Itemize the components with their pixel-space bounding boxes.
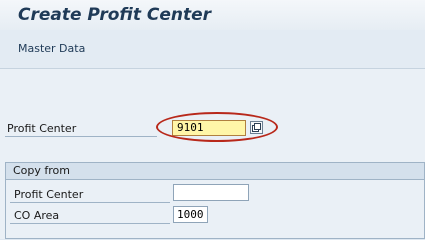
highlight-ellipse xyxy=(156,112,278,142)
profit-center-label: Profit Center xyxy=(7,122,77,135)
copy-from-header: Copy from xyxy=(6,163,424,180)
title-bar: Create Profit Center xyxy=(0,0,425,30)
copy-profit-center-underline xyxy=(10,202,170,203)
copy-profit-center-input[interactable] xyxy=(173,184,249,201)
master-data-button[interactable]: Master Data xyxy=(18,42,85,55)
copy-from-title: Copy from xyxy=(13,164,70,177)
application-toolbar: Master Data xyxy=(0,30,425,69)
profit-center-label-underline xyxy=(5,136,157,137)
co-area-input[interactable]: 1000 xyxy=(173,206,208,223)
copy-profit-center-label: Profit Center xyxy=(14,188,84,201)
co-area-underline xyxy=(10,223,170,224)
page-title: Create Profit Center xyxy=(18,5,212,25)
co-area-label: CO Area xyxy=(14,209,60,222)
